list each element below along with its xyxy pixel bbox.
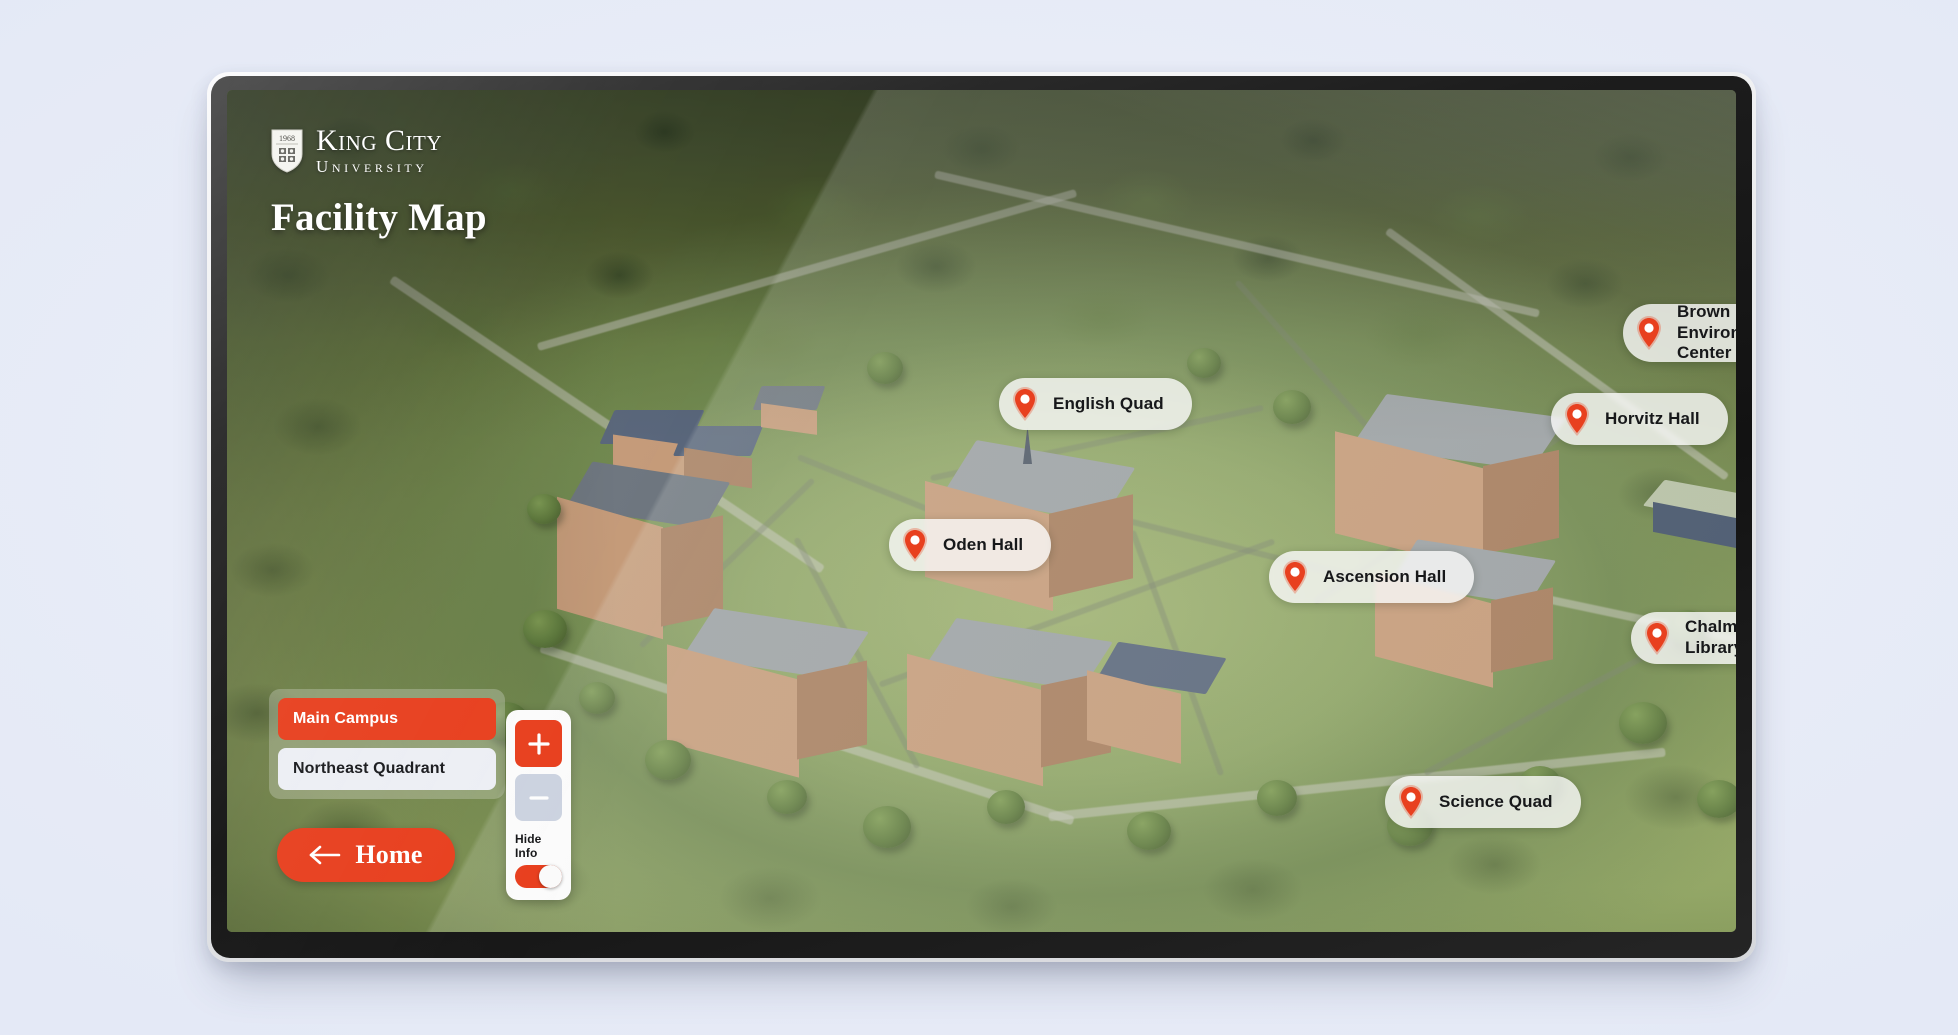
map-pin-icon: [1637, 316, 1661, 350]
map-pin-label: Horvitz Hall: [1605, 408, 1700, 428]
layer-option-label: Main Campus: [293, 710, 399, 727]
layer-option-label: Northeast Quadrant: [293, 760, 446, 777]
shield-crest-icon: 1968: [271, 129, 303, 173]
map-pin-ascension-hall[interactable]: Ascension Hall: [1269, 551, 1475, 603]
layer-selector-panel: Main Campus Northeast Quadrant: [269, 689, 505, 799]
hide-info-toggle[interactable]: [515, 865, 562, 888]
zoom-out-button[interactable]: [515, 774, 562, 821]
map-pin-label: Ascension Hall: [1323, 566, 1447, 586]
map-pin-brown-family-environmental-center[interactable]: Brown Family Environmental Center: [1623, 301, 1736, 363]
hide-info-label: Hide Info: [515, 832, 542, 860]
toggle-knob: [539, 865, 562, 888]
page-title: Facility Map: [271, 196, 487, 239]
layer-option-main-campus[interactable]: Main Campus: [278, 698, 496, 740]
map-pin-label: Chalmers Library: [1685, 617, 1736, 657]
page-background: 1968 King City University Facility Map E…: [0, 0, 1958, 1035]
plus-icon: [527, 732, 550, 755]
map-pin-oden-hall[interactable]: Oden Hall: [889, 519, 1052, 571]
map-pin-label: English Quad: [1053, 393, 1164, 413]
wordmark-line-1: King City: [316, 124, 442, 157]
map-pin-english-quad[interactable]: English Quad: [999, 378, 1192, 430]
home-button[interactable]: Home: [277, 828, 455, 882]
map-pin-horvitz-hall[interactable]: Horvitz Hall: [1551, 393, 1728, 445]
map-pin-icon: [903, 528, 927, 562]
crest-year-text: 1968: [279, 134, 295, 143]
map-pin-label: Oden Hall: [943, 534, 1024, 554]
minus-icon: [528, 795, 549, 800]
arrow-left-icon: [310, 845, 341, 865]
zoom-controls-panel: Hide Info: [506, 710, 571, 900]
map-pin-science-quad[interactable]: Science Quad: [1385, 776, 1581, 828]
wordmark: King City University: [316, 124, 442, 176]
map-pin-label: Brown Family Environmental Center: [1677, 301, 1736, 363]
map-pin-icon: [1645, 621, 1669, 655]
map-pin-icon: [1565, 402, 1589, 436]
map-pin-icon: [1399, 785, 1423, 819]
map-pin-icon: [1013, 387, 1037, 421]
wordmark-line-2: University: [316, 157, 428, 176]
map-pin-chalmers-library[interactable]: Chalmers Library: [1631, 612, 1736, 664]
map-pin-icon: [1283, 560, 1307, 594]
monitor-bezel: 1968 King City University Facility Map E…: [211, 76, 1752, 958]
zoom-in-button[interactable]: [515, 720, 562, 767]
kiosk-monitor: 1968 King City University Facility Map E…: [207, 72, 1756, 962]
kiosk-screen: 1968 King City University Facility Map E…: [227, 90, 1736, 932]
layer-option-northeast-quadrant[interactable]: Northeast Quadrant: [278, 748, 496, 790]
brand-logo: 1968 King City University: [271, 126, 442, 175]
map-pin-label: Science Quad: [1439, 791, 1553, 811]
home-button-label: Home: [355, 840, 423, 869]
